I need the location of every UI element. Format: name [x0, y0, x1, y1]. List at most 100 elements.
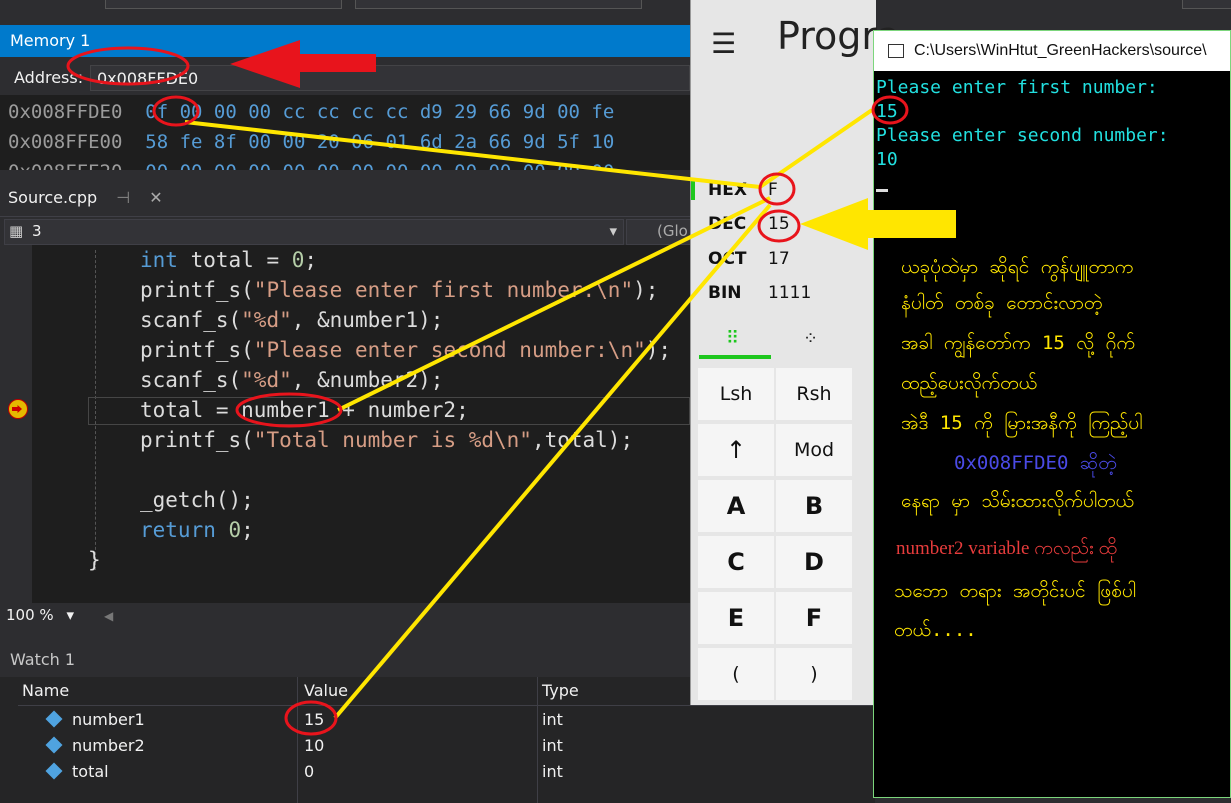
- annotation-note: number2 variable ကလည်း ထို: [896, 538, 1117, 559]
- column-header-type[interactable]: Type: [542, 681, 579, 700]
- chevron-down-icon: ▾: [609, 222, 617, 240]
- hamburger-menu-icon[interactable]: ☰: [711, 27, 736, 60]
- watch-row-name[interactable]: number2: [72, 736, 145, 755]
- radix-value-oct: 17: [768, 249, 790, 269]
- console-line: 10: [876, 149, 898, 170]
- code-line: scanf_s("%d", &number1);: [140, 308, 444, 332]
- project-icon: ▦: [9, 222, 24, 240]
- console-titlebar: C:\Users\WinHtut_GreenHackers\source\: [874, 31, 1230, 71]
- memory-view[interactable]: 0x008FFDE0 0f 00 00 00 cc cc cc cc d9 29…: [0, 95, 690, 170]
- key-d[interactable]: D: [776, 536, 852, 588]
- keypad-icon[interactable]: ⠿: [726, 328, 739, 349]
- radix-label-bin[interactable]: BIN: [708, 283, 742, 303]
- code-editor[interactable]: int total = 0; printf_s("Please enter fi…: [0, 245, 690, 603]
- radix-selection-indicator: [691, 180, 695, 200]
- close-icon[interactable]: ✕: [149, 188, 162, 207]
- current-line-arrow-icon: [8, 399, 28, 419]
- console-line: Please enter first number:: [876, 77, 1158, 98]
- annotation-note: 0x008FFDE0 ဆိုတဲ့: [954, 452, 1117, 474]
- pin-icon[interactable]: ⊣: [116, 188, 130, 207]
- key-e[interactable]: E: [698, 592, 774, 644]
- watch-row-value[interactable]: 15: [304, 710, 324, 729]
- bit-toggle-icon[interactable]: ⁘: [803, 328, 818, 349]
- column-header-value[interactable]: Value: [304, 681, 348, 700]
- variable-icon: [45, 710, 63, 728]
- variable-icon: [45, 762, 63, 780]
- annotation-note: ထည့်ပေးလိုက်တယ်: [901, 372, 1038, 394]
- key-mod[interactable]: Mod: [776, 424, 852, 476]
- variable-icon: [45, 736, 63, 754]
- annotation-note: ယခုပုံထဲမှာ ဆိုရင် ကွန်ပျူတာက: [901, 256, 1134, 278]
- radix-label-oct[interactable]: OCT: [708, 249, 747, 269]
- key-a[interactable]: A: [698, 480, 774, 532]
- annotation-note: သဘော တရား အတိုင်းပင် ဖြစ်ပါ: [894, 580, 1136, 602]
- watch-row-value[interactable]: 10: [304, 736, 324, 755]
- console-cursor: [876, 189, 888, 192]
- memory-address-bar: Address: 0x008FFDE0: [0, 62, 690, 94]
- console-title: C:\Users\WinHtut_GreenHackers\source\: [914, 42, 1207, 59]
- editor-statusbar: 100 % ▾ ◀: [0, 603, 690, 630]
- zoom-value: 100 %: [6, 606, 54, 624]
- key-open-paren[interactable]: (: [698, 648, 774, 700]
- editor-gutter[interactable]: [0, 245, 32, 603]
- annotation-note: အခါ ကျွန်တော်က 15 လို့ ဂိုက်: [901, 332, 1135, 354]
- code-line: printf_s("Please enter second number:\n"…: [140, 338, 672, 362]
- scope-dropdown[interactable]: (Glo: [626, 219, 692, 245]
- tab-source-cpp[interactable]: Source.cpp ⊣ ✕: [0, 183, 163, 213]
- memory-row: 0x008FFE20 00 00 00 00 00 00 00 00 00 00…: [8, 161, 614, 170]
- key-close-paren[interactable]: ): [776, 648, 852, 700]
- toolbar-combo[interactable]: [1182, 0, 1231, 9]
- keypad-tab-underline: [699, 355, 771, 359]
- key-rsh[interactable]: Rsh: [776, 368, 852, 420]
- top-toolbar-strip: [0, 0, 1231, 24]
- memory-row: 0x008FFDE0 0f 00 00 00 cc cc cc cc d9 29…: [8, 101, 615, 123]
- console-line: 15: [876, 101, 898, 122]
- code-line: }: [88, 548, 101, 572]
- tab-label: Source.cpp: [8, 188, 98, 207]
- memory-panel-title: Memory 1: [0, 25, 690, 57]
- toolbar-combo[interactable]: [355, 0, 642, 9]
- column-header-name[interactable]: Name: [22, 681, 69, 700]
- project-dropdown-value: 3: [31, 222, 42, 240]
- address-input[interactable]: 0x008FFDE0: [90, 65, 690, 91]
- annotation-note: နံပါတ် တစ်ခု တောင်းလာတဲ့: [901, 292, 1103, 314]
- code-line: total = number1 + number2;: [140, 398, 469, 422]
- column-divider: [537, 677, 538, 803]
- scope-dropdown-value: (Glo: [657, 222, 688, 240]
- header-divider: [18, 705, 875, 706]
- code-line: return 0;: [140, 518, 254, 542]
- radix-value-hex: F: [768, 180, 778, 200]
- code-line: _getch();: [140, 488, 254, 512]
- key-lsh[interactable]: Lsh: [698, 368, 774, 420]
- editor-tabbar: Source.cpp ⊣ ✕: [0, 183, 690, 213]
- key-b[interactable]: B: [776, 480, 852, 532]
- key-f[interactable]: F: [776, 592, 852, 644]
- watch-row-type: int: [542, 710, 563, 729]
- annotation-note: အဲဒီ 15 ကို မြားအနီကို ကြည့်ပါ: [901, 412, 1143, 434]
- code-line: printf_s("Total number is %d\n",total);: [140, 428, 634, 452]
- annotation-note: နေရာ မှာ သိမ်းထားလိုက်ပါတယ်: [901, 490, 1134, 512]
- code-line: scanf_s("%d", &number2);: [140, 368, 444, 392]
- calculator-window: ☰ Progra HEX F DEC 15 OCT 17 BIN 1111 ⠿ …: [690, 0, 900, 705]
- key-c[interactable]: C: [698, 536, 774, 588]
- toolbar-combo[interactable]: [105, 0, 342, 9]
- zoom-dropdown[interactable]: 100 % ▾: [6, 606, 74, 624]
- console-app-icon: [888, 44, 904, 58]
- key-shift-up[interactable]: ↑: [698, 424, 774, 476]
- annotation-note: တယ်....: [894, 619, 977, 641]
- console-line: Please enter second number:: [876, 125, 1169, 146]
- watch-row-name[interactable]: total: [72, 762, 109, 781]
- watch-row-value[interactable]: 0: [304, 762, 314, 781]
- console-window[interactable]: C:\Users\WinHtut_GreenHackers\source\ Pl…: [873, 30, 1231, 798]
- radix-value-bin: 1111: [768, 283, 812, 303]
- watch-row-type: int: [542, 762, 563, 781]
- project-dropdown[interactable]: ▦ 3 ▾: [4, 219, 624, 245]
- radix-value-dec: 15: [768, 214, 790, 234]
- radix-label-dec[interactable]: DEC: [708, 214, 746, 234]
- watch-row-name[interactable]: number1: [72, 710, 145, 729]
- watch-row-type: int: [542, 736, 563, 755]
- radix-label-hex[interactable]: HEX: [708, 180, 747, 200]
- memory-row: 0x008FFE00 58 fe 8f 00 00 20 06 01 6d 2a…: [8, 131, 615, 153]
- column-divider: [297, 677, 298, 803]
- scroll-left-icon[interactable]: ◀: [104, 609, 113, 623]
